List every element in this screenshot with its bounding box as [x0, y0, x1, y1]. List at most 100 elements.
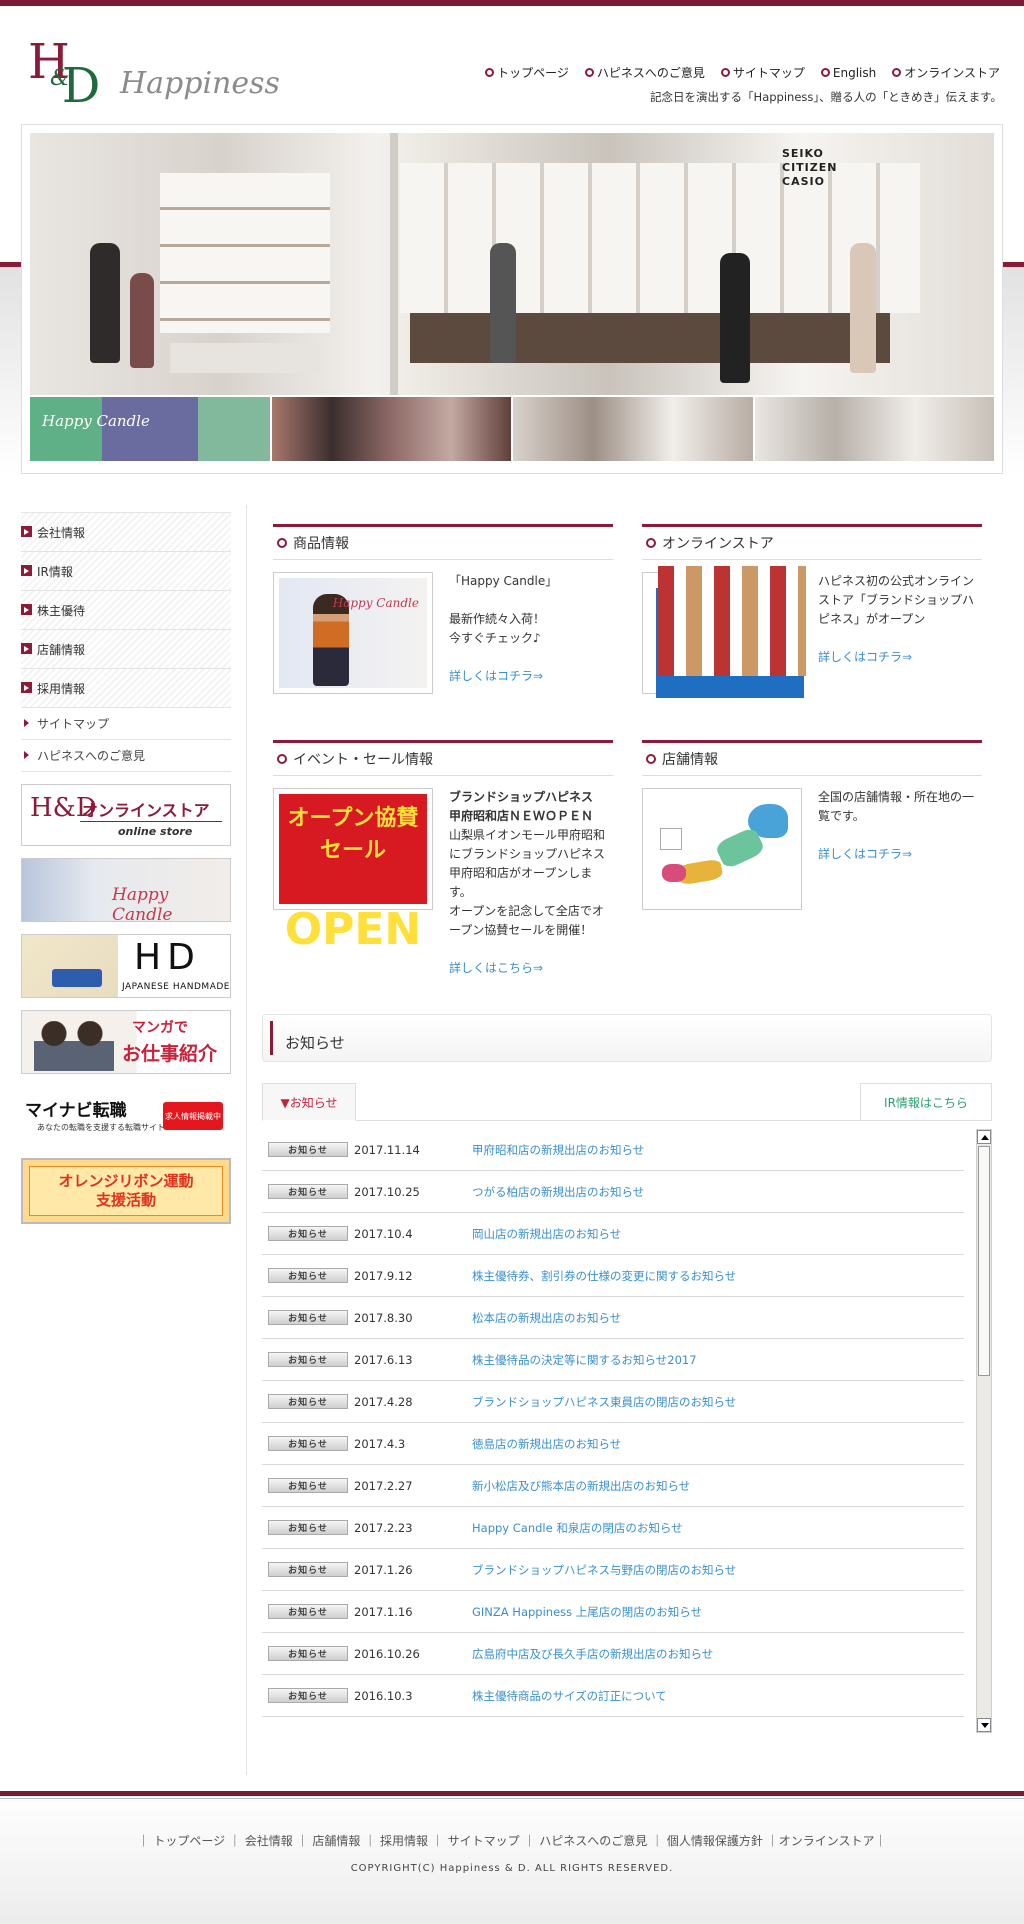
column-divider [246, 505, 247, 1775]
notice-link[interactable]: ブランドショップハピネス与野店の閉店のお知らせ [472, 1562, 736, 1578]
triangle-icon [24, 751, 29, 759]
notice-link[interactable]: Happy Candle 和泉店の閉店のお知らせ [472, 1520, 683, 1536]
notice-link[interactable]: 岡山店の新規出店のお知らせ [472, 1226, 621, 1242]
notice-link[interactable]: 松本店の新規出店のお知らせ [472, 1310, 621, 1326]
hero-main-image[interactable]: SEIKO CITIZEN CASIO [30, 133, 994, 395]
notices-list: お知らせ 2017.11.14 甲府昭和店の新規出店のお知らせ お知らせ 2017.1… [262, 1129, 964, 1717]
notice-badge: お知らせ [268, 1436, 348, 1451]
notice-link[interactable]: 広島府中店及び長久手店の新規出店のお知らせ [472, 1646, 713, 1662]
banner-hpd-handmade[interactable]: HD JAPANESE HANDMADE [21, 934, 231, 998]
notice-badge: お知らせ [268, 1226, 348, 1241]
list-item: お知らせ 2017.11.14 甲府昭和店の新規出店のお知らせ [262, 1129, 964, 1171]
hero-thumb-2[interactable] [271, 397, 511, 461]
notice-badge: お知らせ [268, 1562, 348, 1577]
hero-thumb-3[interactable] [513, 397, 753, 461]
banner-happy-candle[interactable]: Happy Candle [21, 858, 231, 922]
hero-thumb-4[interactable] [754, 397, 994, 461]
notice-link[interactable]: 新小松店及び熊本店の新規出店のお知らせ [472, 1478, 690, 1494]
topnav-english[interactable]: English [820, 64, 876, 81]
logo-ampersand: & [50, 66, 70, 91]
bullet-icon [277, 538, 287, 548]
scrollbar-thumb[interactable] [978, 1146, 990, 1376]
list-item: お知らせ 2017.4.3 徳島店の新規出店のお知らせ [262, 1423, 964, 1465]
event-image[interactable]: オープン協賛セール OPEN [273, 788, 433, 955]
band-accent-right [1002, 262, 1024, 267]
sidebar-item-shareholder[interactable]: 株主優待 [21, 591, 231, 630]
notice-link[interactable]: ブランドショップハピネス東員店の閉店のお知らせ [472, 1394, 736, 1410]
card-store-info: 店舗情報 全国の店舗情報・所在地の一覧です。 詳しくはコチラ⇒ [642, 740, 982, 920]
tab-ir-info[interactable]: IR情報はこちら [860, 1083, 992, 1121]
tab-notices[interactable]: ▼お知らせ [262, 1083, 356, 1121]
hero-thumb-1[interactable]: Happy Candle [30, 397, 270, 461]
sidebar-item-feedback[interactable]: ハピネスへのご意見 [21, 740, 231, 772]
notices-tabs: ▼お知らせ IR情報はこちら [262, 1083, 992, 1121]
notice-link[interactable]: 甲府昭和店の新規出店のお知らせ [472, 1142, 644, 1158]
banner-orange-ribbon[interactable]: オレンジリボン運動 支援活動 [21, 1158, 231, 1224]
card-event-sale: イベント・セール情報 オープン協賛セール OPEN ブランドショップハピネス 甲府… [273, 740, 613, 980]
sidebar-item-sitemap[interactable]: サイトマップ [21, 708, 231, 740]
sidebar-item-ir[interactable]: IR情報 [21, 552, 231, 591]
products-image[interactable]: Happy Candle [273, 572, 433, 694]
online-more-link[interactable]: 詳しくはコチラ⇒ [818, 650, 912, 664]
banner-mynavi[interactable]: マイナビ転職 あなたの転職を支援する転職サイト 求人情報掲載中 [21, 1086, 231, 1146]
event-more-link[interactable]: 詳しくはこちら⇒ [449, 961, 543, 975]
bullet-icon [646, 754, 656, 764]
list-item: お知らせ 2017.10.4 岡山店の新規出店のお知らせ [262, 1213, 964, 1255]
bullet-icon [892, 68, 902, 77]
sidebar-sub-nav: サイトマップ ハピネスへのご意見 [21, 708, 231, 772]
list-item: お知らせ 2017.10.25 つがる柏店の新規出店のお知らせ [262, 1171, 964, 1213]
hero-slideshow: SEIKO CITIZEN CASIO Happy Candle [21, 124, 1003, 474]
list-item: お知らせ 2017.2.27 新小松店及び熊本店の新規出店のお知らせ [262, 1465, 964, 1507]
notices-scrollbar[interactable] [976, 1129, 992, 1733]
japan-map-image[interactable] [642, 788, 802, 910]
list-item: お知らせ 2017.1.16 GINZA Happiness 上尾店の閉店のお知らせ [262, 1591, 964, 1633]
list-item: お知らせ 2017.1.26 ブランドショップハピネス与野店の閉店のお知らせ [262, 1549, 964, 1591]
arrow-box-icon [21, 565, 32, 576]
notice-link[interactable]: 株主優待券、割引券の仕様の変更に関するお知らせ [472, 1268, 736, 1284]
bullet-icon [820, 68, 830, 77]
logo-wordmark: Happiness [120, 66, 280, 101]
wallet-photo [22, 935, 118, 997]
bullet-icon [485, 68, 495, 77]
notice-badge: お知らせ [268, 1184, 348, 1199]
online-store-image[interactable]: CLEARANCESALE [642, 566, 806, 730]
notices-heading: お知らせ [262, 1014, 992, 1062]
list-item: お知らせ 2017.6.13 株主優待品の決定等に関するお知らせ2017 [262, 1339, 964, 1381]
top-navigation: トップページ ハピネスへのご意見 サイトマップ English オンラインストア [485, 64, 1000, 81]
manga-characters-image [34, 1021, 114, 1071]
card-heading: オンラインストア [642, 524, 982, 560]
notice-badge: お知らせ [268, 1142, 348, 1157]
notice-link[interactable]: 徳島店の新規出店のお知らせ [472, 1436, 621, 1452]
bullet-icon [277, 754, 287, 764]
topnav-feedback[interactable]: ハピネスへのご意見 [584, 64, 705, 81]
sidebar-item-company[interactable]: 会社情報 [21, 513, 231, 552]
list-item: お知らせ 2017.8.30 松本店の新規出店のお知らせ [262, 1297, 964, 1339]
banner-online-store[interactable]: H&D オンラインストア online store [21, 784, 231, 846]
topnav-sitemap[interactable]: サイトマップ [720, 64, 805, 81]
sidebar-item-recruit[interactable]: 採用情報 [21, 669, 231, 708]
notice-link[interactable]: つがる柏店の新規出店のお知らせ [472, 1184, 644, 1200]
notice-link[interactable]: 株主優待商品のサイズの訂正について [472, 1688, 667, 1704]
arrow-box-icon [21, 682, 32, 693]
scroll-up-arrow-icon[interactable] [977, 1130, 991, 1144]
list-item: お知らせ 2017.9.12 株主優待券、割引券の仕様の変更に関するお知らせ [262, 1255, 964, 1297]
scroll-down-arrow-icon[interactable] [977, 1718, 991, 1732]
notice-badge: お知らせ [268, 1268, 348, 1283]
arrow-box-icon [21, 643, 32, 654]
topnav-home[interactable]: トップページ [485, 64, 569, 81]
site-logo[interactable]: HD & Happiness [28, 38, 280, 118]
list-item: お知らせ 2016.10.3 株主優待商品のサイズの訂正について [262, 1675, 964, 1717]
notice-badge: お知らせ [268, 1352, 348, 1367]
products-more-link[interactable]: 詳しくはコチラ⇒ [449, 669, 543, 683]
bullet-icon [584, 68, 594, 77]
sidebar-item-stores[interactable]: 店舗情報 [21, 630, 231, 669]
notice-link[interactable]: GINZA Happiness 上尾店の閉店のお知らせ [472, 1604, 702, 1620]
footer-navigation[interactable]: ｜ トップページ ｜ 会社情報 ｜ 店舗情報 ｜ 採用情報 ｜ サイトマップ ｜… [0, 1832, 1024, 1849]
stores-more-link[interactable]: 詳しくはコチラ⇒ [818, 847, 912, 861]
bullet-icon [720, 68, 730, 77]
notice-badge: お知らせ [268, 1310, 348, 1325]
notice-badge: お知らせ [268, 1520, 348, 1535]
topnav-online-store[interactable]: オンラインストア [892, 64, 1000, 81]
banner-manga-jobs[interactable]: マンガで お仕事紹介 [21, 1010, 231, 1074]
notice-link[interactable]: 株主優待品の決定等に関するお知らせ2017 [472, 1352, 697, 1368]
